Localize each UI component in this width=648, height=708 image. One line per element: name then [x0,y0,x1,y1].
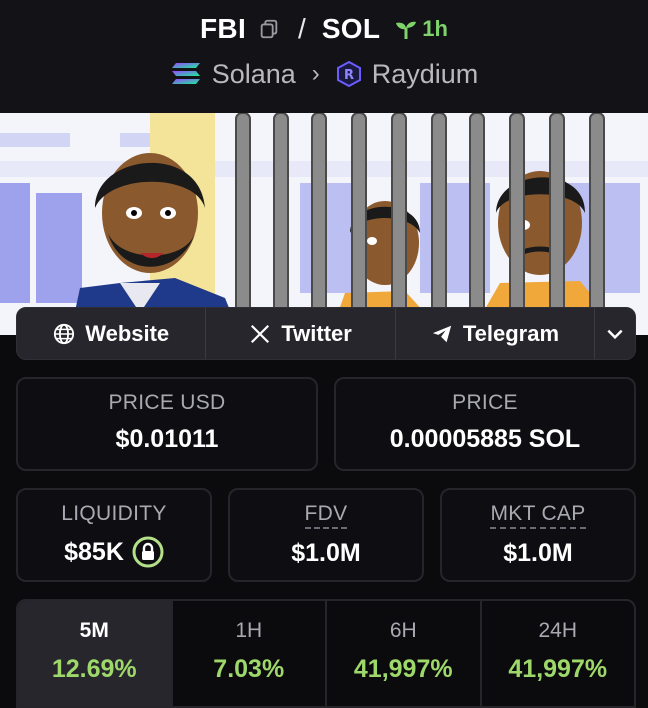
price-usd-card: PRICE USD $0.01011 [16,377,318,471]
market-cap-card: MKT CAP $1.0M [440,488,636,582]
chain-name[interactable]: Solana [212,59,296,90]
tab-24h[interactable]: 24H 41,997% [482,601,635,706]
liquidity-value: $85K [64,537,124,566]
twitter-label: Twitter [281,320,352,346]
tab-1h-change: 7.03% [213,655,285,683]
price-native-label: PRICE [452,391,518,414]
market-cap-label[interactable]: MKT CAP [490,502,586,529]
price-native-card: PRICE 0.00005885 SOL [334,377,636,471]
telegram-label: Telegram [462,320,560,346]
price-native-value: 0.00005885 SOL [389,425,581,453]
tab-1h[interactable]: 1H 7.03% [173,601,327,706]
base-token-symbol: FBI [200,13,247,44]
tab-5m-label: 5M [79,619,109,642]
telegram-link-button[interactable]: Telegram [396,308,596,359]
price-usd-label: PRICE USD [108,391,226,414]
fdv-label[interactable]: FDV [304,502,348,529]
fdv-card: FDV $1.0M [228,488,424,582]
more-links-button[interactable] [595,308,635,359]
twitter-link-button[interactable]: Twitter [206,308,396,359]
tab-1h-label: 1H [235,619,263,642]
solana-icon [171,63,200,84]
tab-24h-label: 24H [538,619,578,642]
dex-name[interactable]: Raydium [372,59,479,90]
fdv-value: $1.0M [291,539,361,567]
tab-6h-label: 6H [389,619,417,642]
tab-5m[interactable]: 5M 12.69% [18,601,173,706]
price-usd-value: $0.01011 [115,425,219,453]
price-change-tabs: 5M 12.69% 1H 7.03% 6H 41,997% 24H 41,997… [16,599,636,708]
website-label: Website [85,320,170,346]
chevron-right-icon: › [311,60,320,87]
tab-24h-change: 41,997% [508,655,608,683]
liquidity-label: LIQUIDITY [61,502,167,525]
svg-text:R: R [344,68,354,83]
tab-6h[interactable]: 6H 41,997% [327,601,482,706]
breadcrumb: Solana › R Raydium [0,56,648,92]
pair-separator: / [298,13,306,44]
pair-age-text: 1h [422,16,448,41]
social-links-bar: Website Twitter Telegram [16,307,636,360]
pair-age-badge: 1h [394,16,448,42]
liquidity-value-row: $85K [18,536,210,568]
quote-token-symbol: SOL [321,13,381,44]
telegram-icon [432,325,452,342]
pair-header: FBI / SOL 1h Solana › R Raydium [0,0,648,113]
lock-icon[interactable] [132,536,164,568]
token-banner-image [0,113,648,335]
sprout-icon [396,21,417,39]
raydium-icon: R [336,61,361,87]
globe-icon [54,323,75,344]
tab-6h-change: 41,997% [353,655,453,683]
pair-title-row: FBI / SOL 1h [0,10,648,48]
x-logo-icon [251,324,270,343]
liquidity-card: LIQUIDITY $85K [16,488,212,582]
copy-icon[interactable] [258,18,280,40]
market-cap-value: $1.0M [503,539,573,567]
chevron-down-icon [607,329,623,339]
website-link-button[interactable]: Website [17,308,207,359]
tab-5m-change: 12.69% [51,655,137,683]
